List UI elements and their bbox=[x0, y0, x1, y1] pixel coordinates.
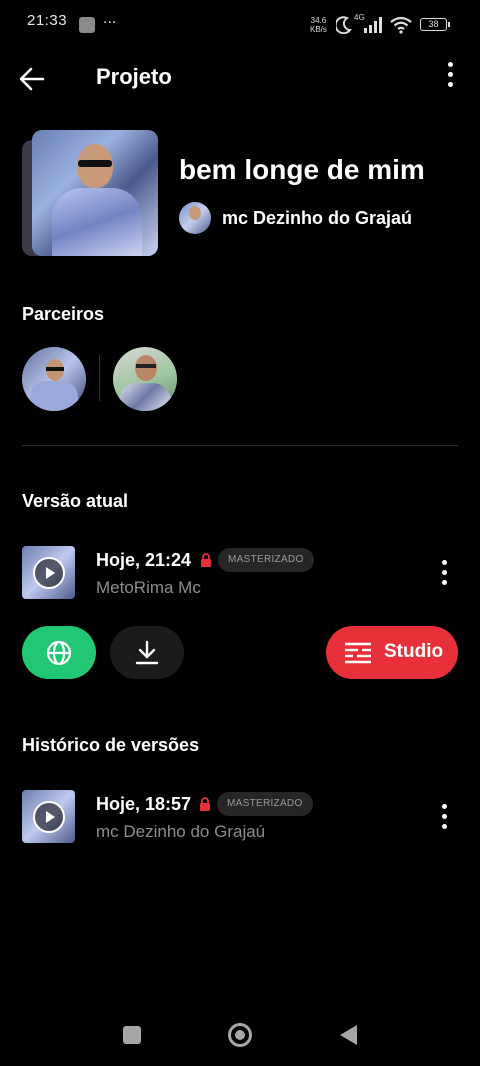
network-speed: 34.6 KB/s bbox=[310, 16, 327, 34]
history-version-row[interactable]: Hoje, 18:57 MASTERIZADO mc Dezinho do Gr… bbox=[22, 790, 458, 846]
play-icon[interactable] bbox=[33, 557, 65, 589]
wifi-icon bbox=[390, 16, 412, 34]
artist-row[interactable]: mc Dezinho do Grajaú bbox=[179, 202, 412, 234]
more-vert-icon[interactable] bbox=[440, 62, 460, 94]
status-badge: MASTERIZADO bbox=[218, 548, 314, 572]
system-back-icon[interactable] bbox=[340, 1025, 357, 1045]
partners-label: Parceiros bbox=[22, 304, 105, 324]
lock-icon bbox=[200, 797, 210, 811]
partner-avatar[interactable] bbox=[22, 347, 86, 411]
download-icon bbox=[135, 640, 159, 665]
status-time: 21:33 bbox=[27, 12, 68, 29]
history-label: Histórico de versões bbox=[22, 735, 200, 755]
more-vert-icon[interactable] bbox=[438, 560, 450, 590]
version-timestamp: Hoje, 18:57 bbox=[96, 794, 192, 814]
current-version-label: Versão atual bbox=[22, 491, 129, 511]
notification-app-icon bbox=[79, 17, 95, 33]
do-not-disturb-moon-icon bbox=[336, 16, 352, 34]
system-nav-bar bbox=[0, 1006, 480, 1066]
recent-apps-icon[interactable] bbox=[123, 1026, 141, 1044]
section-divider bbox=[22, 445, 458, 446]
partners-divider bbox=[99, 355, 100, 401]
status-bar: 21:33 ... 34.6 KB/s 4G 38 bbox=[0, 0, 480, 50]
more-vert-icon[interactable] bbox=[438, 804, 450, 834]
lock-icon bbox=[201, 553, 211, 567]
album-cover-image bbox=[32, 130, 158, 256]
network-speed-unit: KB/s bbox=[310, 25, 327, 34]
studio-equalizer-icon bbox=[345, 642, 371, 664]
app-bar: Projeto bbox=[0, 50, 480, 106]
partner-avatar[interactable] bbox=[113, 347, 177, 411]
globe-icon bbox=[46, 640, 72, 666]
artist-avatar bbox=[179, 202, 211, 234]
version-author: MetoRima Mc bbox=[96, 578, 201, 597]
version-timestamp: Hoje, 21:24 bbox=[96, 550, 192, 570]
notification-more: ... bbox=[103, 10, 117, 27]
artist-name: mc Dezinho do Grajaú bbox=[222, 207, 413, 228]
play-icon[interactable] bbox=[33, 801, 65, 833]
version-thumbnail[interactable] bbox=[22, 546, 75, 599]
status-badge: MASTERIZADO bbox=[217, 792, 313, 816]
page-title: Projeto bbox=[96, 64, 172, 89]
publish-globe-button[interactable] bbox=[22, 626, 96, 679]
studio-button[interactable]: Studio bbox=[326, 626, 458, 679]
cellular-signal-icon: 4G bbox=[354, 13, 384, 34]
album-cover[interactable] bbox=[22, 130, 158, 256]
battery-icon: 38 bbox=[420, 18, 450, 31]
network-speed-value: 34.6 bbox=[310, 16, 327, 25]
version-thumbnail[interactable] bbox=[22, 790, 75, 843]
home-icon[interactable] bbox=[228, 1023, 252, 1047]
download-button[interactable] bbox=[110, 626, 184, 679]
back-arrow-icon[interactable] bbox=[18, 65, 46, 93]
version-author: mc Dezinho do Grajaú bbox=[96, 822, 266, 841]
song-title: bem longe de mim bbox=[179, 154, 425, 185]
studio-button-label: Studio bbox=[384, 641, 444, 662]
current-version-row[interactable]: Hoje, 21:24 MASTERIZADO MetoRima Mc bbox=[22, 546, 458, 602]
